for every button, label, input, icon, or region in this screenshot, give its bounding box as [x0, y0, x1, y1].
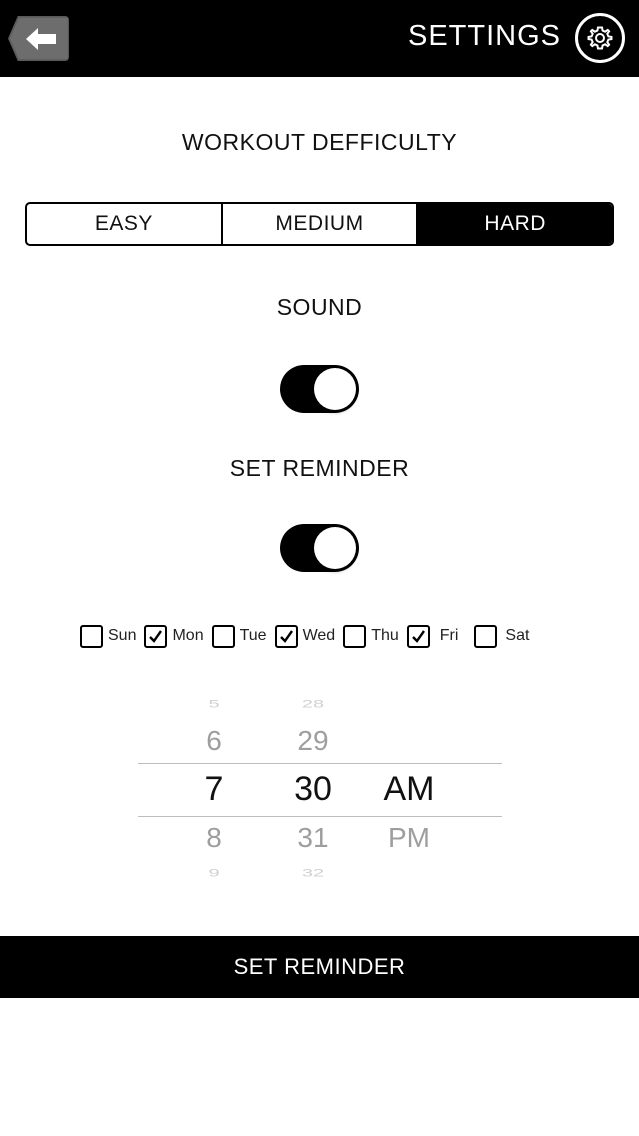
checkmark-icon — [411, 629, 425, 643]
day-sat[interactable]: Sat — [474, 624, 530, 648]
checkbox[interactable] — [274, 624, 298, 648]
minute-wheel[interactable]: 28 29 30 31 32 — [278, 690, 348, 880]
hour-option: 8 — [206, 822, 222, 853]
hour-wheel[interactable]: 5 6 7 8 9 — [184, 690, 244, 880]
checkbox[interactable] — [474, 624, 498, 648]
reminder-title: SET REMINDER — [229, 455, 410, 481]
day-tue[interactable]: Tue — [211, 624, 267, 648]
day-label: Tue — [239, 627, 267, 644]
period-option: PM — [388, 822, 430, 853]
period-selected: AM — [383, 770, 435, 808]
sound-title: SOUND — [276, 294, 363, 320]
page-title: SETTINGS — [407, 20, 561, 52]
minute-option: 28 — [301, 698, 325, 711]
difficulty-segmented-control: EASY MEDIUM HARD — [25, 202, 614, 246]
gear-icon — [587, 26, 613, 50]
minute-selected: 30 — [294, 770, 332, 808]
day-thu[interactable]: Thu — [343, 624, 399, 648]
day-mon[interactable]: Mon — [144, 624, 204, 648]
day-wed[interactable]: Wed — [274, 624, 336, 648]
minute-option: 29 — [297, 725, 329, 756]
day-label: Sat — [505, 627, 530, 644]
settings-button[interactable] — [575, 13, 625, 63]
toggle-knob — [314, 368, 356, 410]
day-label: Thu — [371, 627, 399, 644]
minute-option: 31 — [297, 822, 329, 853]
segment-easy[interactable]: EASY — [27, 204, 221, 244]
hour-option: 9 — [208, 867, 220, 880]
segment-hard[interactable]: HARD — [416, 204, 612, 244]
checkbox[interactable] — [144, 624, 168, 648]
sound-toggle[interactable] — [280, 365, 359, 413]
checkbox[interactable] — [406, 624, 430, 648]
arrow-left-icon — [26, 28, 56, 50]
checkmark-icon — [279, 629, 293, 643]
time-picker[interactable]: 5 6 7 8 9 28 29 30 31 32 AM PM — [138, 690, 502, 880]
segment-medium[interactable]: MEDIUM — [220, 204, 417, 244]
minute-option: 32 — [301, 867, 325, 880]
hour-option: 5 — [208, 698, 220, 711]
checkbox[interactable] — [343, 624, 367, 648]
reminder-days: Sun Mon Tue Wed Thu Fri Sat — [80, 624, 537, 648]
day-sun[interactable]: Sun — [80, 624, 137, 648]
day-label: Fri — [439, 627, 459, 644]
checkmark-icon — [149, 629, 163, 643]
day-label: Wed — [302, 627, 336, 644]
checkbox[interactable] — [211, 624, 235, 648]
reminder-toggle[interactable] — [280, 524, 359, 572]
difficulty-title: WORKOUT DEFFICULTY — [181, 129, 458, 155]
hour-selected: 7 — [204, 770, 224, 808]
toggle-knob — [314, 527, 356, 569]
header-bar: SETTINGS — [0, 0, 639, 77]
checkbox[interactable] — [80, 624, 103, 648]
day-label: Sun — [108, 627, 137, 644]
day-fri[interactable]: Fri — [406, 624, 459, 648]
day-label: Mon — [172, 627, 204, 644]
hour-option: 6 — [206, 725, 222, 756]
back-button[interactable] — [8, 16, 69, 61]
settings-screen: SETTINGS WORKOUT DEFFICULTY EASY MEDIUM … — [0, 0, 639, 1136]
period-wheel[interactable]: AM PM — [374, 690, 444, 880]
set-reminder-button[interactable]: SET REMINDER — [0, 936, 639, 998]
